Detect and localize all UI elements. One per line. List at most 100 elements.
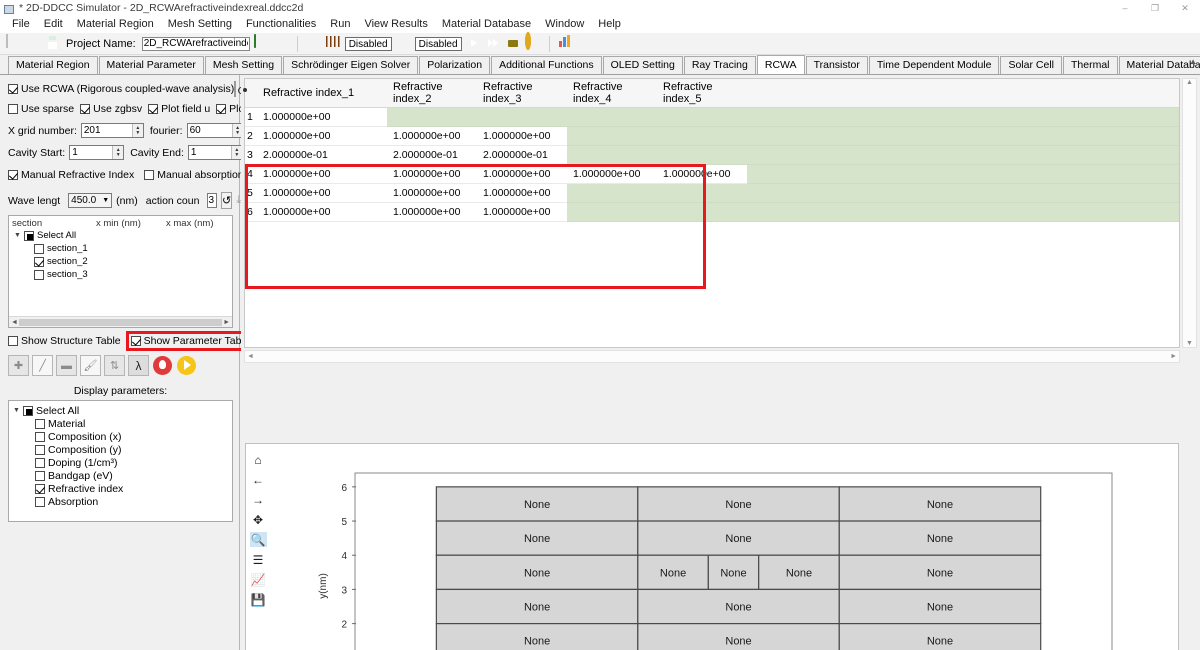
stepper-arrows[interactable]: ▲ ▼ — [112, 146, 124, 159]
table-row[interactable]: 4 1.000000e+00 1.000000e+00 1.000000e+00… — [245, 164, 1179, 184]
tab-ray-tracing[interactable]: Ray Tracing — [683, 56, 756, 74]
menu-item-help[interactable]: Help — [591, 16, 628, 33]
scroll-left-icon[interactable]: ◄ — [11, 319, 18, 326]
table-cell[interactable]: 1.000000e+00 — [477, 202, 567, 222]
stepper-arrows[interactable]: ▲ ▼ — [131, 124, 143, 137]
column-header-refractive-index-2[interactable]: Refractive index_2 — [387, 79, 477, 108]
menu-item-mesh-setting[interactable]: Mesh Setting — [161, 16, 239, 33]
checkbox-box[interactable] — [35, 496, 45, 507]
new-document-icon[interactable] — [4, 34, 21, 52]
open-folder-icon[interactable] — [24, 35, 41, 52]
tab-mesh-setting[interactable]: Mesh Setting — [204, 56, 283, 74]
table-cell[interactable] — [657, 183, 747, 203]
column-header-refractive-index-3[interactable]: Refractive index_3 — [477, 79, 567, 108]
tab-material-region[interactable]: Material Region — [8, 56, 98, 74]
display-param-composition-x[interactable]: Composition (x) — [13, 430, 232, 443]
checkbox-box[interactable] — [35, 444, 45, 455]
table-cell[interactable]: 1.000000e+00 — [477, 126, 567, 146]
table-vertical-scrollbar[interactable]: ▲ ▼ — [1182, 78, 1197, 348]
checkbox-box[interactable] — [35, 431, 45, 442]
table-cell[interactable]: 1.000000e+00 — [257, 202, 387, 222]
checkbox-box[interactable] — [35, 457, 45, 468]
table-cell[interactable]: 1.000000e+00 — [567, 164, 657, 184]
display-param-refractive-index[interactable]: Refractive index — [13, 482, 232, 495]
project-name-input[interactable] — [141, 36, 250, 51]
stop-record-icon[interactable] — [152, 355, 173, 376]
close-button[interactable]: ✕ — [1170, 0, 1200, 16]
play-icon[interactable] — [176, 355, 197, 376]
table-cell[interactable]: 2.000000e-01 — [257, 145, 387, 165]
run-icon[interactable] — [465, 35, 482, 52]
tab-time-dependent-module[interactable]: Time Dependent Module — [868, 56, 1000, 74]
checkbox-box[interactable] — [35, 470, 45, 481]
menu-item-window[interactable]: Window — [538, 16, 591, 33]
use-rcwa-checkbox[interactable]: Use RCWA (Rigorous coupled-wave analysis… — [8, 83, 234, 95]
refresh-icon[interactable] — [273, 35, 290, 52]
table-cell[interactable]: 1.000000e+00 — [257, 183, 387, 203]
table-cell[interactable]: 1.000000e+00 — [477, 164, 567, 184]
tab-material-parameter[interactable]: Material Parameter — [98, 56, 204, 74]
plot-field-u-checkbox[interactable]: Plot field u — [148, 103, 210, 115]
table-cell[interactable] — [567, 126, 657, 146]
section-tree[interactable]: section x min (nm) x max (nm) ▼ Select A… — [8, 215, 233, 328]
menu-item-functionalities[interactable]: Functionalities — [239, 16, 323, 33]
cavity-end-stepper[interactable]: ▲▼ — [187, 145, 243, 160]
screen-icon[interactable] — [253, 34, 270, 52]
table-cell[interactable] — [567, 107, 657, 127]
refractive-index-table[interactable]: Refractive index_1 Refractive index_2 Re… — [245, 79, 1179, 222]
checkbox-box[interactable] — [35, 418, 45, 429]
run-batch-icon[interactable] — [505, 35, 522, 52]
show-parameter-table-checkbox[interactable]: Show Parameter Table — [125, 331, 255, 351]
scrollbar-thumb[interactable] — [19, 319, 222, 326]
tab-scroll-up-icon[interactable]: ▲ — [1189, 57, 1197, 66]
x-grid-number-input[interactable] — [81, 124, 132, 137]
mesh-status-dropdown[interactable]: Disabled — [344, 36, 392, 51]
checkbox-box[interactable] — [34, 243, 44, 254]
menu-item-material-database[interactable]: Material Database — [435, 16, 538, 33]
table-cell[interactable]: 1.000000e+00 — [387, 126, 477, 146]
menu-item-edit[interactable]: Edit — [37, 16, 70, 33]
display-parameters-tree[interactable]: ▼ Select All Material Composition (x) Co… — [8, 400, 233, 522]
menu-item-file[interactable]: File — [5, 16, 37, 33]
run-fast-icon[interactable] — [485, 35, 502, 52]
tab-transistor[interactable]: Transistor — [805, 56, 868, 74]
table-cell[interactable]: 1.000000e+00 — [257, 107, 387, 127]
table-cell[interactable]: 2.000000e-01 — [387, 145, 477, 165]
manual-refractive-index-checkbox[interactable]: Manual Refractive Index — [8, 169, 134, 181]
checkbox-box[interactable] — [35, 483, 45, 494]
section-item-3[interactable]: section_3 — [9, 268, 232, 281]
eraser-icon[interactable]: 🖌 — [80, 355, 101, 376]
use-zgbsv-checkbox[interactable]: Use zgbsv — [80, 103, 142, 115]
fourier-input[interactable] — [187, 124, 232, 137]
lambda-icon[interactable]: λ — [128, 355, 149, 376]
display-param-bandgap[interactable]: Bandgap (eV) — [13, 469, 232, 482]
table-cell[interactable]: 1.000000e+00 — [387, 202, 477, 222]
table-row[interactable]: 1 1.000000e+00 — [245, 107, 1179, 127]
chart-icon[interactable] — [557, 35, 574, 52]
tab-solar-cell[interactable]: Solar Cell — [1000, 56, 1062, 74]
mesh-icon[interactable] — [325, 35, 342, 52]
cavity-start-stepper[interactable]: ▲▼ — [69, 145, 125, 160]
scroll-right-icon[interactable]: ► — [223, 319, 230, 326]
tab-rcwa[interactable]: RCWA — [756, 55, 805, 74]
menu-item-material-region[interactable]: Material Region — [70, 16, 161, 33]
display-param-material[interactable]: Material — [13, 417, 232, 430]
tab-oled-setting[interactable]: OLED Setting — [602, 56, 683, 74]
display-param-composition-y[interactable]: Composition (y) — [13, 443, 232, 456]
tab-material-database[interactable]: Material Database — [1118, 56, 1200, 74]
table-cell[interactable] — [567, 183, 657, 203]
tab-schrodinger-eigen-solver[interactable]: Schrödinger Eigen Solver — [283, 56, 419, 74]
minimize-button[interactable]: – — [1110, 0, 1140, 16]
table-cell[interactable]: 1.000000e+00 — [257, 126, 387, 146]
table-cell[interactable] — [477, 107, 567, 127]
menu-item-view-results[interactable]: View Results — [357, 16, 434, 33]
display-param-doping[interactable]: Doping (1/cm³) — [13, 456, 232, 469]
tab-thermal[interactable]: Thermal — [1063, 56, 1118, 74]
x-grid-number-stepper[interactable]: ▲▼ — [80, 123, 144, 138]
checkbox-box[interactable] — [34, 269, 44, 280]
sort-icon[interactable]: ⇅ — [104, 355, 125, 376]
maximize-button[interactable]: ❐ — [1140, 0, 1170, 16]
fourier-stepper[interactable]: ▲▼ — [186, 123, 244, 138]
table-cell[interactable] — [567, 145, 657, 165]
refresh-circular-arrow-icon[interactable]: ↺ — [221, 192, 233, 209]
